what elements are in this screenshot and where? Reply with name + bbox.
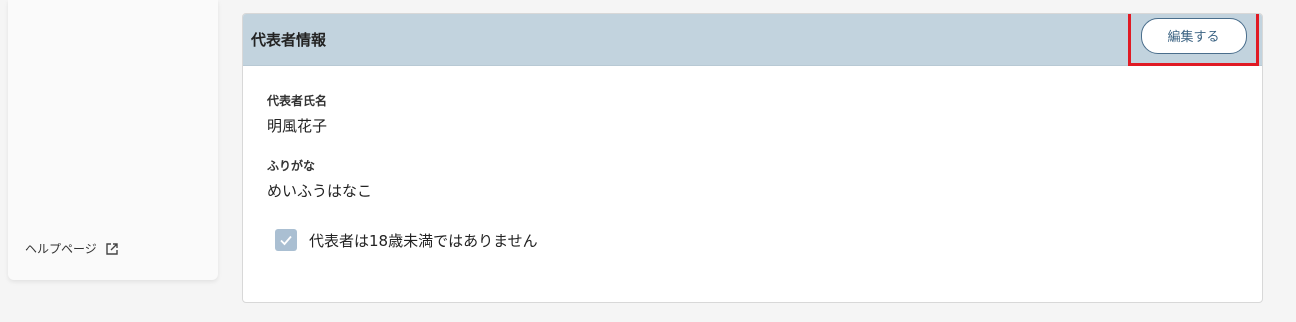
- field-label: 代表者氏名: [267, 94, 328, 108]
- field-furigana: ふりがな めいふうはなこ: [267, 157, 1262, 201]
- field-value: 明風花子: [267, 117, 328, 135]
- help-page-link[interactable]: ヘルプページ: [25, 240, 119, 257]
- edit-button-highlight: 編集する: [1128, 14, 1259, 66]
- age-confirmation-label: 代表者は18歳未満ではありません: [309, 231, 538, 250]
- representative-info-card: 代表者情報 編集する 代表者氏名 明風花子 ふりがな めいふうはなこ 代表者は1…: [242, 13, 1263, 303]
- help-page-label: ヘルプページ: [25, 242, 97, 256]
- edit-button[interactable]: 編集する: [1140, 17, 1247, 54]
- external-link-icon: [105, 242, 119, 256]
- card-title: 代表者情報: [251, 31, 327, 49]
- card-body: 代表者氏名 明風花子 ふりがな めいふうはなこ 代表者は18歳未満ではありません: [243, 66, 1262, 251]
- age-confirmation-checkbox[interactable]: [275, 229, 297, 251]
- checkmark-icon: [280, 235, 292, 246]
- field-value: めいふうはなこ: [267, 182, 373, 200]
- age-confirmation-row: 代表者は18歳未満ではありません: [275, 229, 1262, 251]
- field-label: ふりがな: [267, 159, 316, 173]
- sidebar: ヘルプページ: [8, 0, 218, 280]
- field-representative-name: 代表者氏名 明風花子: [267, 92, 1262, 136]
- card-header: 代表者情報 編集する: [243, 14, 1262, 66]
